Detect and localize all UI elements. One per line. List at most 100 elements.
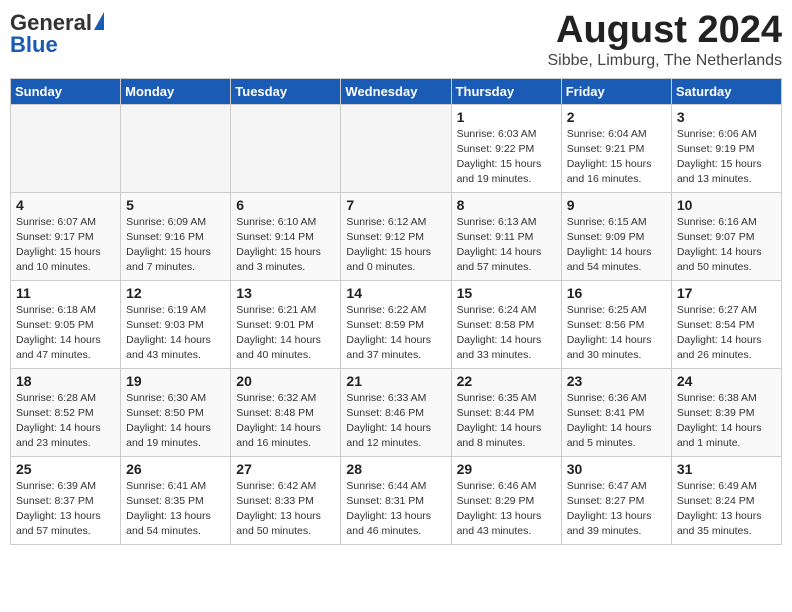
day-info: Sunrise: 6:09 AM Sunset: 9:16 PM Dayligh… [126,215,225,276]
calendar-cell: 24 Sunrise: 6:38 AM Sunset: 8:39 PM Dayli… [671,368,781,456]
day-info: Sunrise: 6:36 AM Sunset: 8:41 PM Dayligh… [567,391,666,452]
day-info: Sunrise: 6:41 AM Sunset: 8:35 PM Dayligh… [126,479,225,540]
calendar-cell: 20Sunrise: 6:32 AM Sunset: 8:48 PM Dayli… [231,368,341,456]
day-info: Sunrise: 6:35 AM Sunset: 8:44 PM Dayligh… [457,391,556,452]
calendar-cell: 5 Sunrise: 6:09 AM Sunset: 9:16 PM Daylig… [121,192,231,280]
calendar-week-2: 4 Sunrise: 6:07 AM Sunset: 9:17 PM Daylig… [11,192,782,280]
day-number: 29 [457,461,556,477]
day-info: Sunrise: 6:33 AM Sunset: 8:46 PM Dayligh… [346,391,445,452]
day-info: Sunrise: 6:44 AM Sunset: 8:31 PM Dayligh… [346,479,445,540]
day-number: 2 [567,109,666,125]
day-number: 10 [677,197,776,213]
calendar-cell: 12 Sunrise: 6:19 AM Sunset: 9:03 PM Dayli… [121,280,231,368]
calendar-cell: 11Sunrise: 6:18 AM Sunset: 9:05 PM Dayli… [11,280,121,368]
calendar-body: 1 Sunrise: 6:03 AM Sunset: 9:22 PM Daylig… [11,104,782,544]
calendar-week-1: 1 Sunrise: 6:03 AM Sunset: 9:22 PM Daylig… [11,104,782,192]
calendar-cell: 17Sunrise: 6:27 AM Sunset: 8:54 PM Dayli… [671,280,781,368]
day-info: Sunrise: 6:30 AM Sunset: 8:50 PM Dayligh… [126,391,225,452]
day-info: Sunrise: 6:07 AM Sunset: 9:17 PM Dayligh… [16,215,115,276]
calendar-cell [341,104,451,192]
day-number: 15 [457,285,556,301]
day-number: 7 [346,197,445,213]
calendar-cell: 23Sunrise: 6:36 AM Sunset: 8:41 PM Dayli… [561,368,671,456]
logo-blue-text: Blue [10,32,58,58]
day-info: Sunrise: 6:16 AM Sunset: 9:07 PM Dayligh… [677,215,776,276]
day-number: 30 [567,461,666,477]
calendar-week-3: 11Sunrise: 6:18 AM Sunset: 9:05 PM Dayli… [11,280,782,368]
calendar-cell: 28 Sunrise: 6:44 AM Sunset: 8:31 PM Dayli… [341,456,451,544]
day-info: Sunrise: 6:49 AM Sunset: 8:24 PM Dayligh… [677,479,776,540]
calendar-cell: 29 Sunrise: 6:46 AM Sunset: 8:29 PM Dayli… [451,456,561,544]
calendar-cell: 30 Sunrise: 6:47 AM Sunset: 8:27 PM Dayli… [561,456,671,544]
day-number: 6 [236,197,335,213]
calendar-cell: 4 Sunrise: 6:07 AM Sunset: 9:17 PM Daylig… [11,192,121,280]
day-info: Sunrise: 6:47 AM Sunset: 8:27 PM Dayligh… [567,479,666,540]
day-number: 26 [126,461,225,477]
column-header-monday: Monday [121,78,231,104]
calendar-cell: 13Sunrise: 6:21 AM Sunset: 9:01 PM Dayli… [231,280,341,368]
calendar-cell [11,104,121,192]
day-number: 13 [236,285,335,301]
day-number: 24 [677,373,776,389]
calendar-cell: 15Sunrise: 6:24 AM Sunset: 8:58 PM Dayli… [451,280,561,368]
day-info: Sunrise: 6:04 AM Sunset: 9:21 PM Dayligh… [567,127,666,188]
calendar-cell: 1 Sunrise: 6:03 AM Sunset: 9:22 PM Daylig… [451,104,561,192]
day-number: 28 [346,461,445,477]
calendar-week-4: 18 Sunrise: 6:28 AM Sunset: 8:52 PM Dayli… [11,368,782,456]
calendar-cell: 21Sunrise: 6:33 AM Sunset: 8:46 PM Dayli… [341,368,451,456]
column-header-sunday: Sunday [11,78,121,104]
calendar-table: SundayMondayTuesdayWednesdayThursdayFrid… [10,78,782,545]
day-number: 31 [677,461,776,477]
logo-triangle-icon [94,12,104,30]
day-number: 18 [16,373,115,389]
calendar-cell: 31 Sunrise: 6:49 AM Sunset: 8:24 PM Dayli… [671,456,781,544]
day-info: Sunrise: 6:13 AM Sunset: 9:11 PM Dayligh… [457,215,556,276]
day-number: 22 [457,373,556,389]
day-info: Sunrise: 6:15 AM Sunset: 9:09 PM Dayligh… [567,215,666,276]
calendar-cell: 9 Sunrise: 6:15 AM Sunset: 9:09 PM Daylig… [561,192,671,280]
column-header-tuesday: Tuesday [231,78,341,104]
day-number: 19 [126,373,225,389]
calendar-cell: 19 Sunrise: 6:30 AM Sunset: 8:50 PM Dayli… [121,368,231,456]
day-info: Sunrise: 6:38 AM Sunset: 8:39 PM Dayligh… [677,391,776,452]
calendar-week-5: 25Sunrise: 6:39 AM Sunset: 8:37 PM Dayli… [11,456,782,544]
day-info: Sunrise: 6:22 AM Sunset: 8:59 PM Dayligh… [346,303,445,364]
title-block: August 2024 Sibbe, Limburg, The Netherla… [547,10,782,70]
logo: General Blue [10,10,104,58]
day-info: Sunrise: 6:19 AM Sunset: 9:03 PM Dayligh… [126,303,225,364]
day-info: Sunrise: 6:18 AM Sunset: 9:05 PM Dayligh… [16,303,115,364]
day-info: Sunrise: 6:25 AM Sunset: 8:56 PM Dayligh… [567,303,666,364]
day-number: 1 [457,109,556,125]
calendar-cell: 3Sunrise: 6:06 AM Sunset: 9:19 PM Daylig… [671,104,781,192]
calendar-cell [231,104,341,192]
day-info: Sunrise: 6:10 AM Sunset: 9:14 PM Dayligh… [236,215,335,276]
day-info: Sunrise: 6:32 AM Sunset: 8:48 PM Dayligh… [236,391,335,452]
day-number: 16 [567,285,666,301]
calendar-cell: 10 Sunrise: 6:16 AM Sunset: 9:07 PM Dayli… [671,192,781,280]
calendar-cell: 6 Sunrise: 6:10 AM Sunset: 9:14 PM Daylig… [231,192,341,280]
calendar-cell: 16 Sunrise: 6:25 AM Sunset: 8:56 PM Dayli… [561,280,671,368]
day-number: 9 [567,197,666,213]
calendar-cell: 26 Sunrise: 6:41 AM Sunset: 8:35 PM Dayli… [121,456,231,544]
day-info: Sunrise: 6:27 AM Sunset: 8:54 PM Dayligh… [677,303,776,364]
calendar-cell [121,104,231,192]
day-number: 12 [126,285,225,301]
day-info: Sunrise: 6:12 AM Sunset: 9:12 PM Dayligh… [346,215,445,276]
page-header: General Blue August 2024 Sibbe, Limburg,… [10,10,782,70]
day-info: Sunrise: 6:42 AM Sunset: 8:33 PM Dayligh… [236,479,335,540]
day-number: 27 [236,461,335,477]
calendar-cell: 8Sunrise: 6:13 AM Sunset: 9:11 PM Daylig… [451,192,561,280]
day-number: 4 [16,197,115,213]
day-info: Sunrise: 6:46 AM Sunset: 8:29 PM Dayligh… [457,479,556,540]
calendar-cell: 7 Sunrise: 6:12 AM Sunset: 9:12 PM Daylig… [341,192,451,280]
calendar-cell: 2 Sunrise: 6:04 AM Sunset: 9:21 PM Daylig… [561,104,671,192]
calendar-cell: 25Sunrise: 6:39 AM Sunset: 8:37 PM Dayli… [11,456,121,544]
day-info: Sunrise: 6:03 AM Sunset: 9:22 PM Dayligh… [457,127,556,188]
day-number: 5 [126,197,225,213]
calendar-cell: 22 Sunrise: 6:35 AM Sunset: 8:44 PM Dayli… [451,368,561,456]
day-info: Sunrise: 6:28 AM Sunset: 8:52 PM Dayligh… [16,391,115,452]
day-number: 25 [16,461,115,477]
calendar-header-row: SundayMondayTuesdayWednesdayThursdayFrid… [11,78,782,104]
column-header-friday: Friday [561,78,671,104]
calendar-cell: 18 Sunrise: 6:28 AM Sunset: 8:52 PM Dayli… [11,368,121,456]
